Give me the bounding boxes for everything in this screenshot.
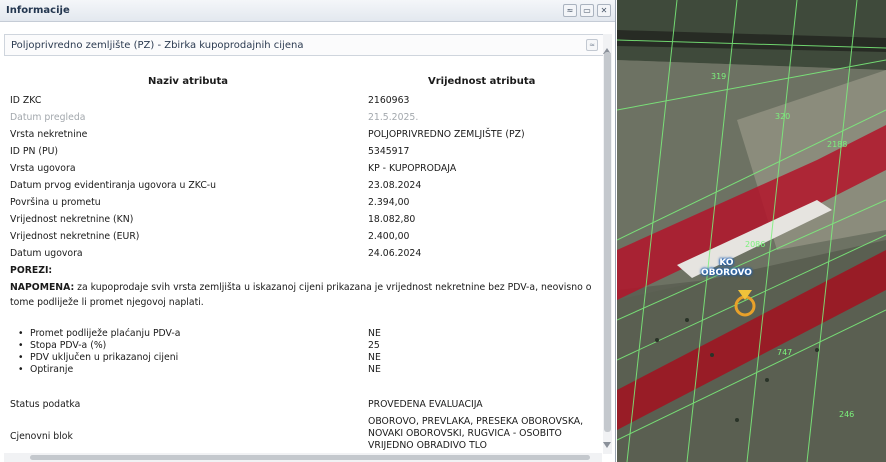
map-view[interactable]: KO OBOROVO 319 320 2188 2086 747 246: [617, 0, 886, 462]
row-label: Površina u prometu: [10, 197, 101, 208]
parcel-number: 320: [775, 112, 791, 121]
tax-item-value: NE: [368, 352, 381, 363]
row-value: 2160963: [368, 95, 410, 106]
parcel-number: 246: [839, 410, 855, 419]
collapse-icon[interactable]: ≈: [563, 4, 577, 17]
blok-value: OBOROVO, PREVLAKA, PRESEKA OBOROVSKA, NO…: [368, 416, 584, 451]
blok-label: Cjenovni blok: [10, 431, 73, 442]
napomena-label: NAPOMENA:: [10, 282, 75, 293]
row-label: Vrsta ugovora: [10, 163, 76, 174]
row-value: 2.394,00: [368, 197, 410, 208]
tax-item-label: Stopa PDV-a (%): [18, 340, 106, 351]
map-canvas[interactable]: [617, 0, 886, 462]
ko-line1: KO: [719, 258, 734, 268]
vertical-scroll-thumb[interactable]: [604, 52, 611, 432]
row-label: Vrsta nekretnine: [10, 129, 88, 140]
section-collapse-icon[interactable]: ≈: [586, 39, 598, 51]
horizontal-scroll-thumb[interactable]: [30, 455, 590, 460]
panel-header: Informacije ≈ ▭ ✕: [0, 0, 615, 22]
row-value: KP - KUPOPRODAJA: [368, 163, 457, 174]
parcel-number: 2086: [745, 240, 766, 249]
row-label: ID ZKC: [10, 95, 42, 106]
parcel-number: 2188: [827, 140, 848, 149]
panel-controls: ≈ ▭ ✕: [563, 4, 611, 17]
row-label: ID PN (PU): [10, 146, 59, 157]
row-value: POLJOPRIVREDNO ZEMLJIŠTE (PZ): [368, 129, 525, 140]
panel-title: Informacije: [6, 5, 70, 16]
cadastral-municipality-label: KO OBOROVO: [701, 258, 752, 278]
porezi-heading: POREZI:: [10, 265, 53, 276]
status-label: Status podatka: [10, 399, 81, 410]
row-value: 2.400,00: [368, 231, 410, 242]
info-panel: Informacije ≈ ▭ ✕ Poljoprivredno zemljiš…: [0, 0, 616, 462]
layer-section-header[interactable]: Poljoprivredno zemljište (PZ) - Zbirka k…: [4, 34, 604, 56]
status-value: PROVEDENA EVALUACIJA: [368, 399, 483, 410]
tax-item-label: Promet podliježe plaćanju PDV-a: [18, 328, 180, 339]
tax-item-label: Optiranje: [18, 364, 73, 375]
tax-item-value: NE: [368, 364, 381, 375]
horizontal-scrollbar[interactable]: [4, 453, 602, 462]
column-header-attribute: Naziv atributa: [148, 76, 229, 87]
row-value: 23.08.2024: [368, 180, 422, 191]
row-value: 18.082,80: [368, 214, 416, 225]
row-value: 5345917: [368, 146, 410, 157]
tax-item-label: PDV uključen u prikazanoj cijeni: [18, 352, 178, 363]
row-label: Vrijednost nekretnine (EUR): [10, 231, 140, 242]
napomena-note: NAPOMENA: za kupoprodaje svih vrsta zeml…: [10, 280, 600, 310]
parcel-number: 319: [711, 72, 727, 81]
scroll-down-icon[interactable]: [603, 442, 611, 448]
close-icon[interactable]: ✕: [597, 4, 611, 17]
layer-section-title: Poljoprivredno zemljište (PZ) - Zbirka k…: [11, 39, 304, 51]
tax-item-value: NE: [368, 328, 381, 339]
row-label: Vrijednost nekretnine (KN): [10, 214, 134, 225]
maximize-icon[interactable]: ▭: [580, 4, 594, 17]
row-label: Datum ugovora: [10, 248, 83, 259]
vertical-scrollbar[interactable]: [603, 34, 612, 454]
row-label: Datum pregleda: [10, 112, 86, 123]
row-value: 24.06.2024: [368, 248, 422, 259]
tax-item-value: 25: [368, 340, 380, 351]
column-header-value: Vrijednost atributa: [428, 76, 536, 87]
parcel-number: 747: [777, 348, 793, 357]
row-value: 21.5.2025.: [368, 112, 419, 123]
row-label: Datum prvog evidentiranja ugovora u ZKC-…: [10, 180, 217, 191]
ko-line2: OBOROVO: [701, 268, 752, 278]
napomena-text: za kupoprodaje svih vrsta zemljišta u is…: [10, 282, 592, 308]
